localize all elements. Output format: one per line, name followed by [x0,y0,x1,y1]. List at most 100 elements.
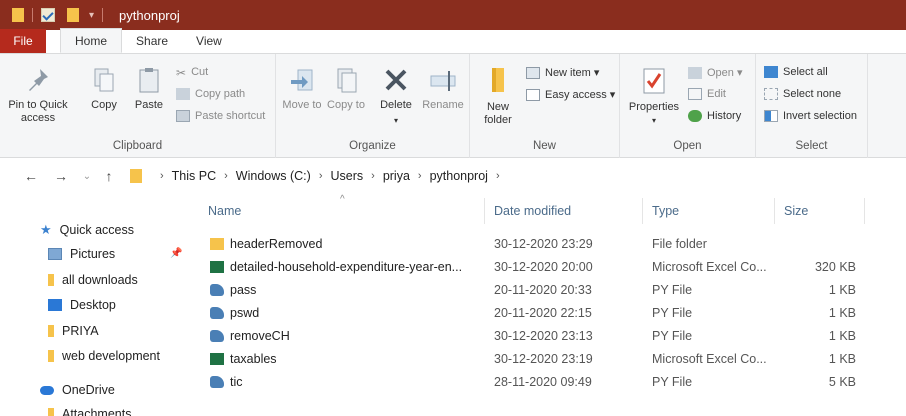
new-item-button[interactable]: New item ▾ [526,66,599,79]
column-header-date[interactable]: Date modified [494,204,571,218]
nav-item-all-downloads[interactable]: all downloads [48,273,138,287]
new-item-icon [526,66,540,79]
column-header-size[interactable]: Size [784,204,808,218]
nav-item-label: all downloads [62,273,138,287]
column-header-type[interactable]: Type [652,204,679,218]
table-row[interactable]: pass 20-11-2020 20:33 PY File 1 KB [190,278,890,301]
select-all-label: Select all [783,66,828,78]
pin-label: Pin to Quick access [8,99,68,124]
copy-button[interactable]: Copy [86,66,122,112]
nav-item-web-development[interactable]: web development [48,349,160,363]
clipboard-icon [139,68,159,93]
pin-to-quick-access-button[interactable]: Pin to Quick access [6,66,70,125]
chevron-right-icon[interactable]: › [319,170,323,182]
nav-item-label: web development [62,349,160,363]
table-row[interactable]: removeCH 30-12-2020 23:13 PY File 1 KB [190,324,890,347]
properties-button[interactable]: Properties ▾ [624,66,684,127]
open-label: Open ▾ [707,67,743,79]
up-button[interactable]: ↑ [98,168,120,184]
table-row[interactable]: pswd 20-11-2020 22:15 PY File 1 KB [190,301,890,324]
move-to-button[interactable]: Move to [282,66,322,112]
file-name: pswd [230,305,260,320]
easy-access-icon [526,88,540,101]
tab-share[interactable]: Share [122,29,182,53]
paste-button[interactable]: Paste [130,66,168,112]
properties-icon [643,68,665,94]
column-divider[interactable] [864,198,865,224]
breadcrumb-pythonproj[interactable]: pythonproj [430,169,488,183]
new-folder-quick-icon[interactable] [67,8,79,22]
organize-group-label: Organize [349,140,396,152]
invert-selection-button[interactable]: Invert selection [764,110,857,122]
file-size: 1 KB [828,305,856,320]
chevron-right-icon[interactable]: › [160,170,164,182]
nav-item-priya[interactable]: PRIYA [48,324,99,338]
open-button[interactable]: Open ▾ [688,66,743,79]
nav-quick-access-label: Quick access [59,223,134,237]
breadcrumb-this-pc[interactable]: This PC [172,169,216,183]
delete-button[interactable]: Delete ▾ [376,66,416,127]
nav-item-label: PRIYA [62,324,99,338]
file-date-modified: 20-11-2020 20:33 [494,282,592,297]
history-button[interactable]: History [688,110,741,122]
paste-shortcut-button[interactable]: Paste shortcut [176,110,265,122]
tab-file[interactable]: File [0,29,46,53]
column-divider[interactable] [484,198,485,224]
column-divider[interactable] [642,198,643,224]
nav-onedrive[interactable]: OneDrive [40,383,115,397]
file-size: 1 KB [828,282,856,297]
nav-quick-access[interactable]: ★ Quick access [40,222,134,238]
copy-icon [94,68,114,92]
delete-dropdown-icon[interactable]: ▾ [376,114,416,127]
copy-path-button[interactable]: Copy path [176,88,245,100]
py-file-icon [210,283,224,296]
invert-selection-label: Invert selection [783,110,857,122]
table-row[interactable]: detailed-household-expenditure-year-en..… [190,255,890,278]
file-date-modified: 30-12-2020 23:19 [494,351,593,366]
new-folder-button[interactable]: New folder [474,66,522,127]
edit-label: Edit [707,88,726,100]
breadcrumb-windows-c[interactable]: Windows (C:) [236,169,311,183]
table-row[interactable]: tic 28-11-2020 09:49 PY File 5 KB [190,370,890,393]
file-date-modified: 20-11-2020 22:15 [494,305,592,320]
move-to-icon [291,69,313,91]
select-none-button[interactable]: Select none [764,88,841,100]
file-date-modified: 30-12-2020 23:13 [494,328,593,343]
navigation-pane: ★ Quick access Pictures 📌 all downloads … [0,194,190,416]
properties-quick-icon[interactable] [41,8,55,22]
history-label: History [707,110,742,122]
pin-icon[interactable]: 📌 [170,248,182,259]
rename-button[interactable]: Rename [420,66,466,112]
divider [32,8,33,22]
chevron-right-icon[interactable]: › [496,170,500,182]
breadcrumb-users[interactable]: Users [330,169,363,183]
nav-item-attachments[interactable]: Attachments [48,407,131,416]
properties-dropdown-icon[interactable]: ▾ [624,114,684,127]
quick-access-dropdown-icon[interactable]: ▾ [89,10,94,21]
table-row[interactable]: headerRemoved 30-12-2020 23:29 File folder [190,232,890,255]
nav-item-pictures[interactable]: Pictures [48,247,115,261]
back-button[interactable]: ← [20,168,42,184]
chevron-right-icon[interactable]: › [418,170,422,182]
select-group: Select all Select none Invert selection … [756,54,868,158]
paste-shortcut-icon [176,110,190,122]
select-all-button[interactable]: Select all [764,66,828,78]
edit-button[interactable]: Edit [688,88,726,100]
column-divider[interactable] [774,198,775,224]
chevron-right-icon[interactable]: › [224,170,228,182]
pictures-icon [48,248,62,260]
nav-item-label: Desktop [70,298,116,312]
recent-locations-button[interactable]: ⌄ [76,171,98,182]
tab-view[interactable]: View [182,29,236,53]
forward-button[interactable]: → [50,168,72,184]
column-header-name[interactable]: Name [208,204,241,218]
easy-access-button[interactable]: Easy access ▾ [526,88,615,101]
table-row[interactable]: taxables 30-12-2020 23:19 Microsoft Excel … [190,347,890,370]
chevron-right-icon[interactable]: › [371,170,375,182]
cut-button[interactable]: ✂ Cut [176,66,208,80]
copy-to-button[interactable]: Copy to [326,66,366,112]
breadcrumb-priya[interactable]: priya [383,169,410,183]
nav-item-desktop[interactable]: Desktop [48,298,116,312]
desktop-icon [48,299,62,311]
tab-home[interactable]: Home [60,28,123,53]
